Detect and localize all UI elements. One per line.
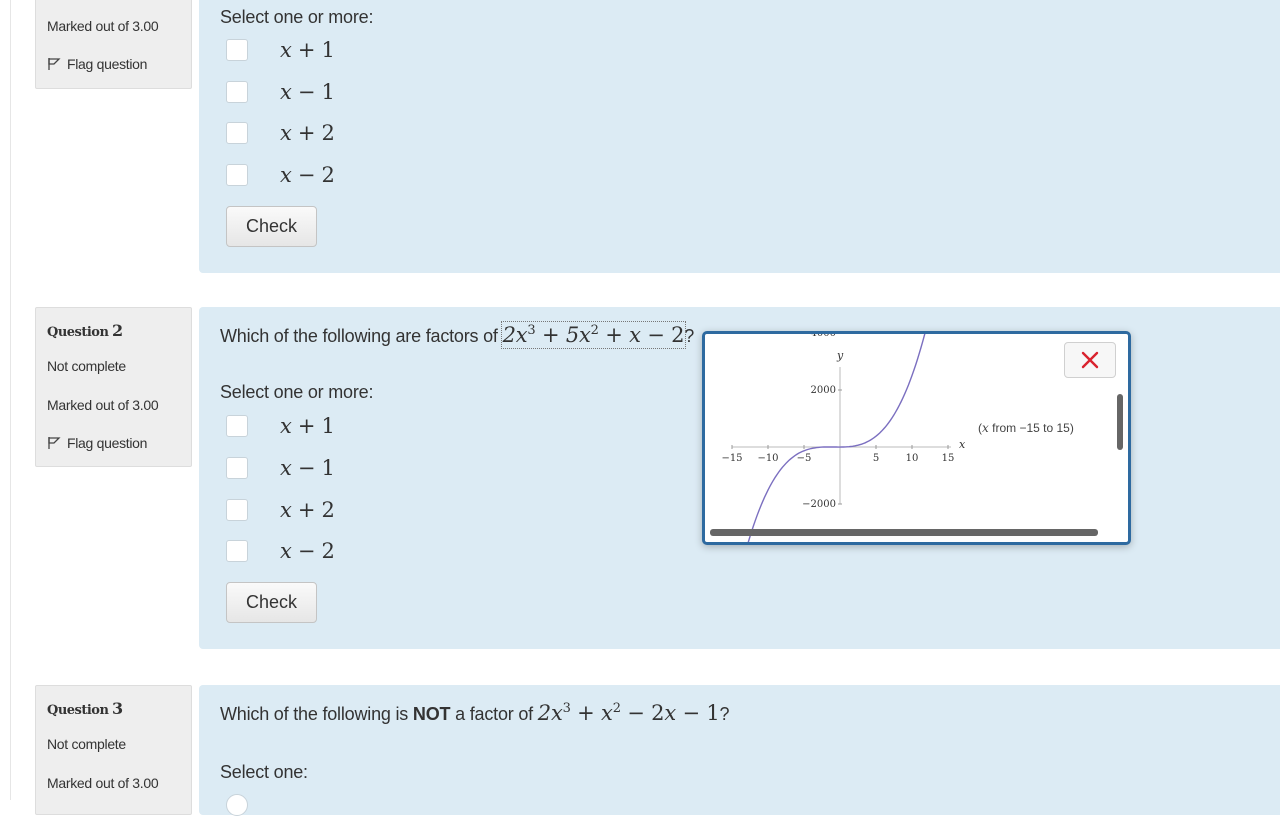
- option-checkbox[interactable]: [226, 164, 248, 186]
- x-tick-label: −5: [797, 453, 812, 464]
- option-expression: x +1: [280, 38, 335, 62]
- option-checkbox[interactable]: [226, 122, 248, 144]
- option-expression: x −1: [280, 80, 335, 104]
- flag-question-label: Flag question: [67, 56, 148, 72]
- question-3-info: Question 3 Not complete Marked out of 3.…: [35, 685, 192, 815]
- flag-question-label: Flag question: [67, 435, 148, 451]
- question-2-option[interactable]: x −2: [226, 537, 335, 565]
- x-tick-label: −15: [721, 453, 742, 464]
- option-checkbox[interactable]: [226, 457, 248, 479]
- polynomial-expression[interactable]: 2x3 + 5x2 + x − 2: [500, 321, 687, 349]
- question-state: Not complete: [47, 358, 126, 374]
- horizontal-scrollbar[interactable]: [710, 529, 1098, 536]
- question-2-info: Question 2 Not complete Marked out of 3.…: [35, 307, 192, 467]
- question-2-option[interactable]: x +1: [226, 412, 335, 440]
- question-1-marks: Marked out of 3.00: [47, 18, 159, 34]
- question-state: Not complete: [47, 736, 126, 752]
- option-expression: x −2: [280, 163, 335, 187]
- x-tick-label: −10: [757, 453, 778, 464]
- question-1-prompt: Select one or more:: [220, 7, 374, 27]
- option-expression: x +2: [280, 121, 335, 145]
- plot-range-note: (x from −15 to 15): [978, 421, 1074, 435]
- y-axis-label: y: [836, 349, 844, 362]
- option-expression: x +1: [280, 414, 335, 438]
- question-marks: Marked out of 3.00: [47, 775, 159, 791]
- close-popup-button[interactable]: [1064, 342, 1116, 378]
- option-checkbox[interactable]: [226, 499, 248, 521]
- radio-button[interactable]: [226, 794, 248, 816]
- question-number: Question 2: [47, 321, 123, 340]
- check-button[interactable]: Check: [226, 206, 317, 247]
- x-tick-label: 10: [906, 453, 919, 464]
- polynomial-expression: 2x3 + x2 − 2x − 1: [537, 701, 720, 725]
- graph-popup: xy−15−10−5510158000600040002000−2000−400…: [702, 331, 1131, 545]
- flag-question-2-button[interactable]: Flag question: [47, 435, 147, 451]
- question-1-info: Marked out of 3.00 Flag question: [35, 0, 192, 89]
- question-3-content: Which of the following is NOT a factor o…: [199, 685, 1280, 816]
- question-3-text: Which of the following is NOT a factor o…: [220, 701, 730, 725]
- question-1-option[interactable]: x +2: [226, 119, 335, 147]
- question-2-option[interactable]: x −1: [226, 454, 335, 482]
- flag-icon: [48, 437, 61, 449]
- question-2-option[interactable]: x +2: [226, 496, 335, 524]
- check-button[interactable]: Check: [226, 582, 317, 623]
- question-1-option[interactable]: x −2: [226, 161, 335, 189]
- x-axis-label: x: [959, 438, 966, 451]
- page-border: [10, 0, 11, 800]
- question-2-prompt: Select one or more:: [220, 382, 374, 402]
- y-tick-label: 4000: [811, 334, 836, 339]
- question-marks: Marked out of 3.00: [47, 397, 159, 413]
- option-expression: x +2: [280, 498, 335, 522]
- y-tick-label: −2000: [802, 499, 836, 510]
- option-checkbox[interactable]: [226, 39, 248, 61]
- flag-question-1-button[interactable]: Flag question: [47, 56, 147, 72]
- vertical-scrollbar[interactable]: [1117, 394, 1123, 450]
- x-tick-label: 5: [873, 453, 879, 464]
- question-2-text: Which of the following are factors of 2x…: [220, 321, 695, 349]
- x-tick-label: 15: [942, 453, 955, 464]
- option-expression: x −2: [280, 539, 335, 563]
- option-checkbox[interactable]: [226, 415, 248, 437]
- question-1-content: Select one or more: x +1 x −1 x +2 x −2 Chec…: [199, 0, 1280, 273]
- question-3-prompt: Select one:: [220, 762, 308, 782]
- y-tick-label: 2000: [811, 385, 836, 396]
- question-1-option[interactable]: x −1: [226, 78, 335, 106]
- flag-icon: [48, 58, 61, 70]
- close-x-icon: [1081, 351, 1099, 369]
- question-number: Question 3: [47, 699, 123, 718]
- option-checkbox[interactable]: [226, 540, 248, 562]
- option-expression: x −1: [280, 456, 335, 480]
- option-checkbox[interactable]: [226, 81, 248, 103]
- question-1-option[interactable]: x +1: [226, 36, 335, 64]
